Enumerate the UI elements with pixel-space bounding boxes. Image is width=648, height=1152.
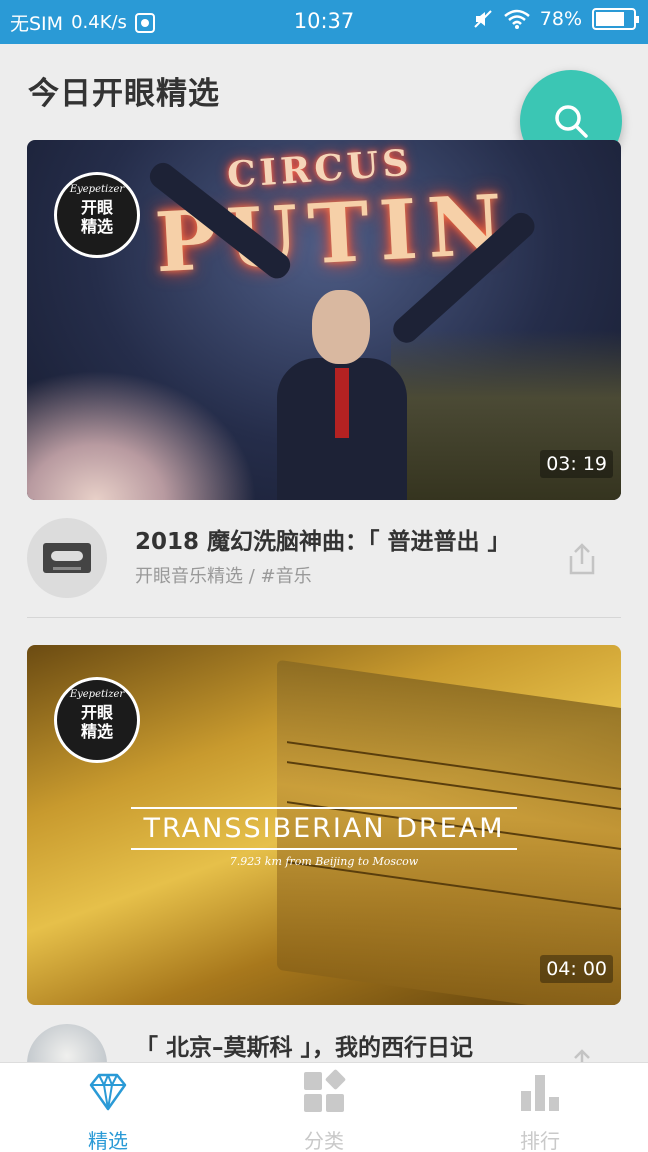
page-title: 今日开眼精选 <box>28 76 220 112</box>
author-avatar[interactable] <box>27 518 107 598</box>
video-duration: 03: 19 <box>540 450 613 478</box>
video-thumbnail[interactable]: TRANSSIBERIAN DREAM 7.923 km from Beijin… <box>27 645 621 1005</box>
thumbnail-subtitle: 7.923 km from Beijing to Moscow <box>229 855 419 868</box>
badge-brand: Eyepetizer <box>69 689 125 700</box>
battery-fill <box>596 12 625 26</box>
mute-icon <box>474 10 492 28</box>
thumbnail-title: TRANSSIBERIAN DREAM <box>131 807 517 850</box>
nav-label: 分类 <box>304 1129 344 1152</box>
search-icon <box>555 105 588 138</box>
divider <box>27 617 621 618</box>
grid-icon <box>304 1069 346 1112</box>
badge-brand: Eyepetizer <box>69 184 125 195</box>
nav-label: 精选 <box>88 1129 128 1152</box>
share-icon[interactable] <box>567 542 597 576</box>
video-title[interactable]: 2018 魔幻洗脑神曲：「 普进普出 」 <box>135 522 511 556</box>
wifi-icon <box>503 9 530 29</box>
diamond-icon <box>89 1073 127 1111</box>
status-bar: 无SIM 0.4K/s 10:37 78% <box>0 0 648 44</box>
editor-pick-badge: Eyepetizer 开眼 精选 <box>54 677 140 763</box>
badge-line2: 精选 <box>80 217 113 236</box>
video-duration: 04: 00 <box>540 955 613 983</box>
nav-item-category[interactable]: 分类 <box>216 1063 432 1152</box>
badge-line1: 开眼 <box>80 198 113 217</box>
cassette-icon <box>43 543 91 573</box>
badge-line1: 开眼 <box>80 703 113 722</box>
nav-item-ranking[interactable]: 排行 <box>432 1063 648 1152</box>
dancers-image <box>27 370 257 500</box>
nav-label: 排行 <box>520 1129 560 1152</box>
bar-chart-icon <box>521 1075 559 1111</box>
battery-percent: 78% <box>539 8 582 30</box>
video-category: 开眼音乐精选 / #音乐 <box>135 566 312 587</box>
badge-line2: 精选 <box>80 722 113 741</box>
status-right: 78% <box>472 8 639 30</box>
nav-item-featured[interactable]: 精选 <box>0 1063 216 1152</box>
battery-icon <box>592 8 639 30</box>
bottom-nav: 精选 分类 排行 <box>0 1062 648 1152</box>
video-title[interactable]: 「 北京–莫斯科 」，我的西行日记 <box>135 1028 473 1062</box>
performer-image <box>277 290 407 500</box>
video-info[interactable]: 2018 魔幻洗脑神曲：「 普进普出 」 开眼音乐精选 / #音乐 <box>27 514 621 610</box>
editor-pick-badge: Eyepetizer 开眼 精选 <box>54 172 140 258</box>
video-thumbnail[interactable]: CIRCUS PUTIN Eyepetizer 开眼 精选 03: 19 <box>27 140 621 500</box>
